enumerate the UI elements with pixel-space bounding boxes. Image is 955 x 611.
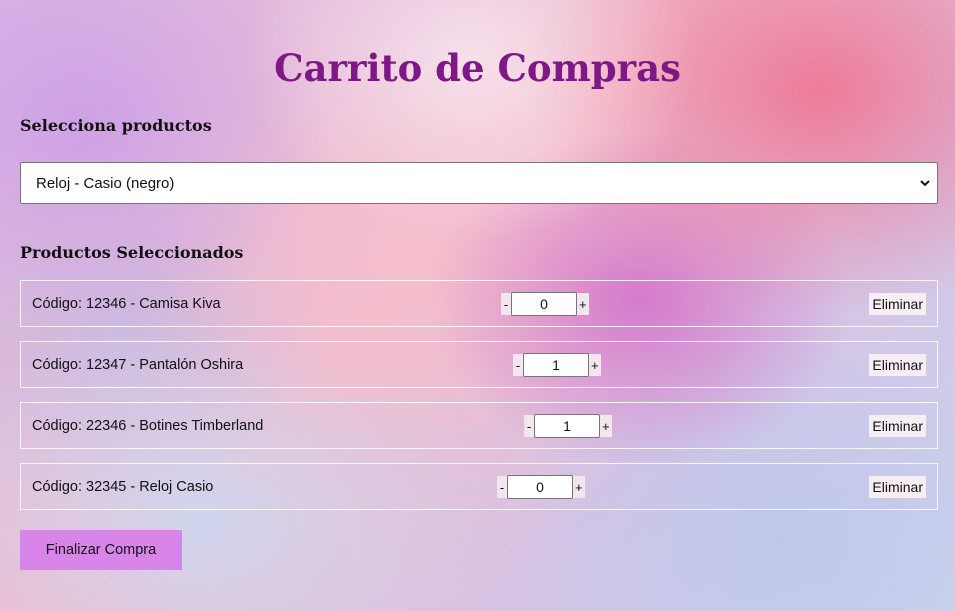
remove-button[interactable]: Eliminar [869,415,926,437]
increase-button[interactable]: + [577,293,589,315]
product-select[interactable]: Reloj - Casio (negro) [20,162,938,204]
quantity-stepper: - 1 + [513,353,601,377]
decrease-button[interactable]: - [513,354,523,376]
select-products-label: Selecciona productos [20,116,212,135]
decrease-button[interactable]: - [497,476,507,498]
increase-button[interactable]: + [589,354,601,376]
chevron-down-icon [920,180,930,187]
remove-button[interactable]: Eliminar [869,476,926,498]
remove-button[interactable]: Eliminar [869,293,926,315]
product-select-value: Reloj - Casio (negro) [36,175,175,192]
cart-item-label: Código: 12346 - Camisa Kiva [32,296,221,312]
cart-item-label: Código: 32345 - Reloj Casio [32,479,214,495]
increase-button[interactable]: + [600,415,612,437]
cart-item-row: Código: 22346 - Botines Timberland - 1 +… [20,402,938,449]
page-title: Carrito de Compras [274,46,681,90]
selected-products-heading: Productos Seleccionados [20,243,244,262]
decrease-button[interactable]: - [501,293,511,315]
quantity-input[interactable]: 1 [534,414,600,438]
remove-button[interactable]: Eliminar [869,354,926,376]
quantity-input[interactable]: 0 [511,292,577,316]
decrease-button[interactable]: - [524,415,534,437]
cart-item-row: Código: 32345 - Reloj Casio - 0 + Elimin… [20,463,938,510]
quantity-stepper: - 0 + [497,475,585,499]
increase-button[interactable]: + [573,476,585,498]
finalize-purchase-button[interactable]: Finalizar Compra [20,530,182,570]
cart-item-row: Código: 12347 - Pantalón Oshira - 1 + El… [20,341,938,388]
quantity-input[interactable]: 0 [507,475,573,499]
cart-item-label: Código: 12347 - Pantalón Oshira [32,357,244,373]
quantity-input[interactable]: 1 [523,353,589,377]
quantity-stepper: - 0 + [501,292,589,316]
cart-item-label: Código: 22346 - Botines Timberland [32,418,264,434]
quantity-stepper: - 1 + [524,414,612,438]
cart-item-row: Código: 12346 - Camisa Kiva - 0 + Elimin… [20,280,938,327]
